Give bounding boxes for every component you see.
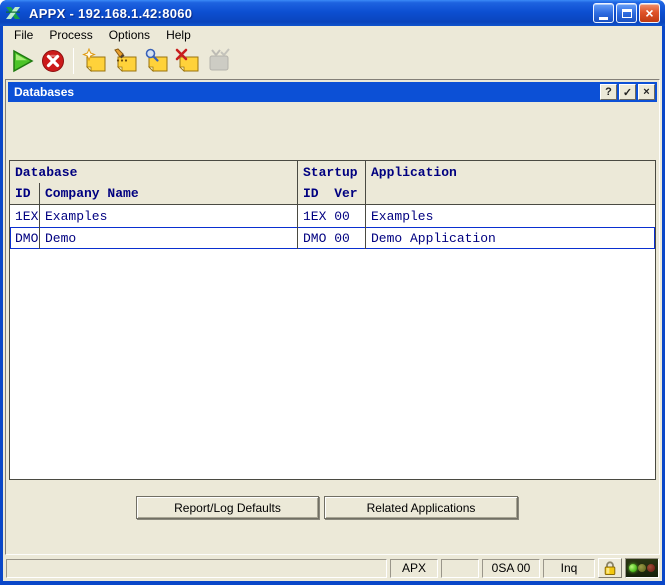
- close-icon: ×: [645, 6, 653, 20]
- delete-record-icon: [175, 48, 201, 74]
- cell-startup: 1EX 00: [297, 205, 365, 227]
- panel-ok-button[interactable]: ✓: [619, 84, 636, 100]
- cell-id: DMO: [10, 227, 39, 249]
- header-database-group: Database: [10, 161, 297, 183]
- run-icon: [10, 49, 34, 73]
- run-button[interactable]: [7, 46, 36, 75]
- status-mode-cell: Inq: [543, 559, 595, 578]
- window-title: APPX - 192.168.1.42:8060: [29, 6, 593, 21]
- databases-panel: Databases ? ✓ × Database Startup Applica…: [5, 79, 660, 555]
- inquire-record-button[interactable]: [142, 46, 171, 75]
- green-light-on: [629, 564, 637, 572]
- cancel-icon: [41, 49, 65, 73]
- delete-record-button[interactable]: [173, 46, 202, 75]
- status-empty-cell: [441, 559, 479, 578]
- red-light-off: [647, 564, 655, 572]
- cell-company: Examples: [39, 205, 297, 227]
- related-applications-button[interactable]: Related Applications: [324, 496, 518, 519]
- database-list: Database Startup Application ID Company …: [9, 160, 656, 480]
- cell-id: 1EX: [10, 205, 39, 227]
- cell-application: Demo Application: [365, 227, 655, 249]
- header-id: ID: [10, 183, 39, 204]
- panel-title: Databases: [14, 85, 74, 99]
- minimize-button[interactable]: [593, 3, 614, 23]
- new-record-icon: [82, 48, 108, 74]
- session-lights: [625, 558, 659, 578]
- cell-application: Examples: [365, 205, 655, 227]
- header-startup-group: Startup: [297, 161, 365, 183]
- status-application-cell: 0SA 00: [482, 559, 540, 578]
- appx-logo-icon: [5, 5, 25, 21]
- toolbar: [3, 43, 662, 78]
- toolbar-separator: [73, 48, 74, 74]
- minimize-icon: [599, 17, 608, 20]
- menu-bar: File Process Options Help: [3, 26, 662, 43]
- header-startup-id-ver: ID Ver: [297, 183, 365, 204]
- edit-record-button[interactable]: [111, 46, 140, 75]
- status-bar: APX 0SA 00 Inq: [3, 557, 662, 581]
- maximize-icon: [622, 9, 632, 18]
- select-record-button-disabled: [204, 46, 233, 75]
- panel-help-button[interactable]: ?: [600, 84, 617, 100]
- report-log-defaults-button[interactable]: Report/Log Defaults: [136, 496, 319, 519]
- menu-process[interactable]: Process: [41, 27, 100, 43]
- new-record-button[interactable]: [80, 46, 109, 75]
- table-header-groups: Database Startup Application: [10, 161, 655, 183]
- padlock-icon: [603, 561, 617, 576]
- client-area: File Process Options Help: [3, 26, 662, 581]
- yellow-light-off: [638, 564, 646, 572]
- inquire-record-icon: [144, 48, 170, 74]
- table-header-columns: ID Company Name ID Ver: [10, 183, 655, 205]
- edit-record-icon: [113, 48, 139, 74]
- maximize-button[interactable]: [616, 3, 637, 23]
- close-button[interactable]: ×: [639, 3, 660, 23]
- header-application: Application: [365, 161, 655, 183]
- header-company-name: Company Name: [39, 183, 297, 204]
- panel-close-button[interactable]: ×: [638, 84, 655, 100]
- lock-button[interactable]: [598, 558, 622, 578]
- menu-help[interactable]: Help: [158, 27, 199, 43]
- table-row-dmo-selected[interactable]: DMO Demo DMO 00 Demo Application: [10, 227, 655, 249]
- status-message-cell: [6, 559, 387, 578]
- title-bar[interactable]: APPX - 192.168.1.42:8060 ×: [0, 0, 665, 26]
- status-keymap-cell: APX: [390, 559, 438, 578]
- cell-startup: DMO 00: [297, 227, 365, 249]
- menu-options[interactable]: Options: [101, 27, 158, 43]
- table-row-1ex[interactable]: 1EX Examples 1EX 00 Examples: [10, 205, 655, 227]
- panel-caption: Databases ? ✓ ×: [8, 82, 657, 102]
- app-window: APPX - 192.168.1.42:8060 × File Process …: [0, 0, 665, 585]
- select-record-icon: [206, 48, 232, 74]
- cell-company: Demo: [39, 227, 297, 249]
- cancel-button[interactable]: [38, 46, 67, 75]
- menu-file[interactable]: File: [6, 27, 41, 43]
